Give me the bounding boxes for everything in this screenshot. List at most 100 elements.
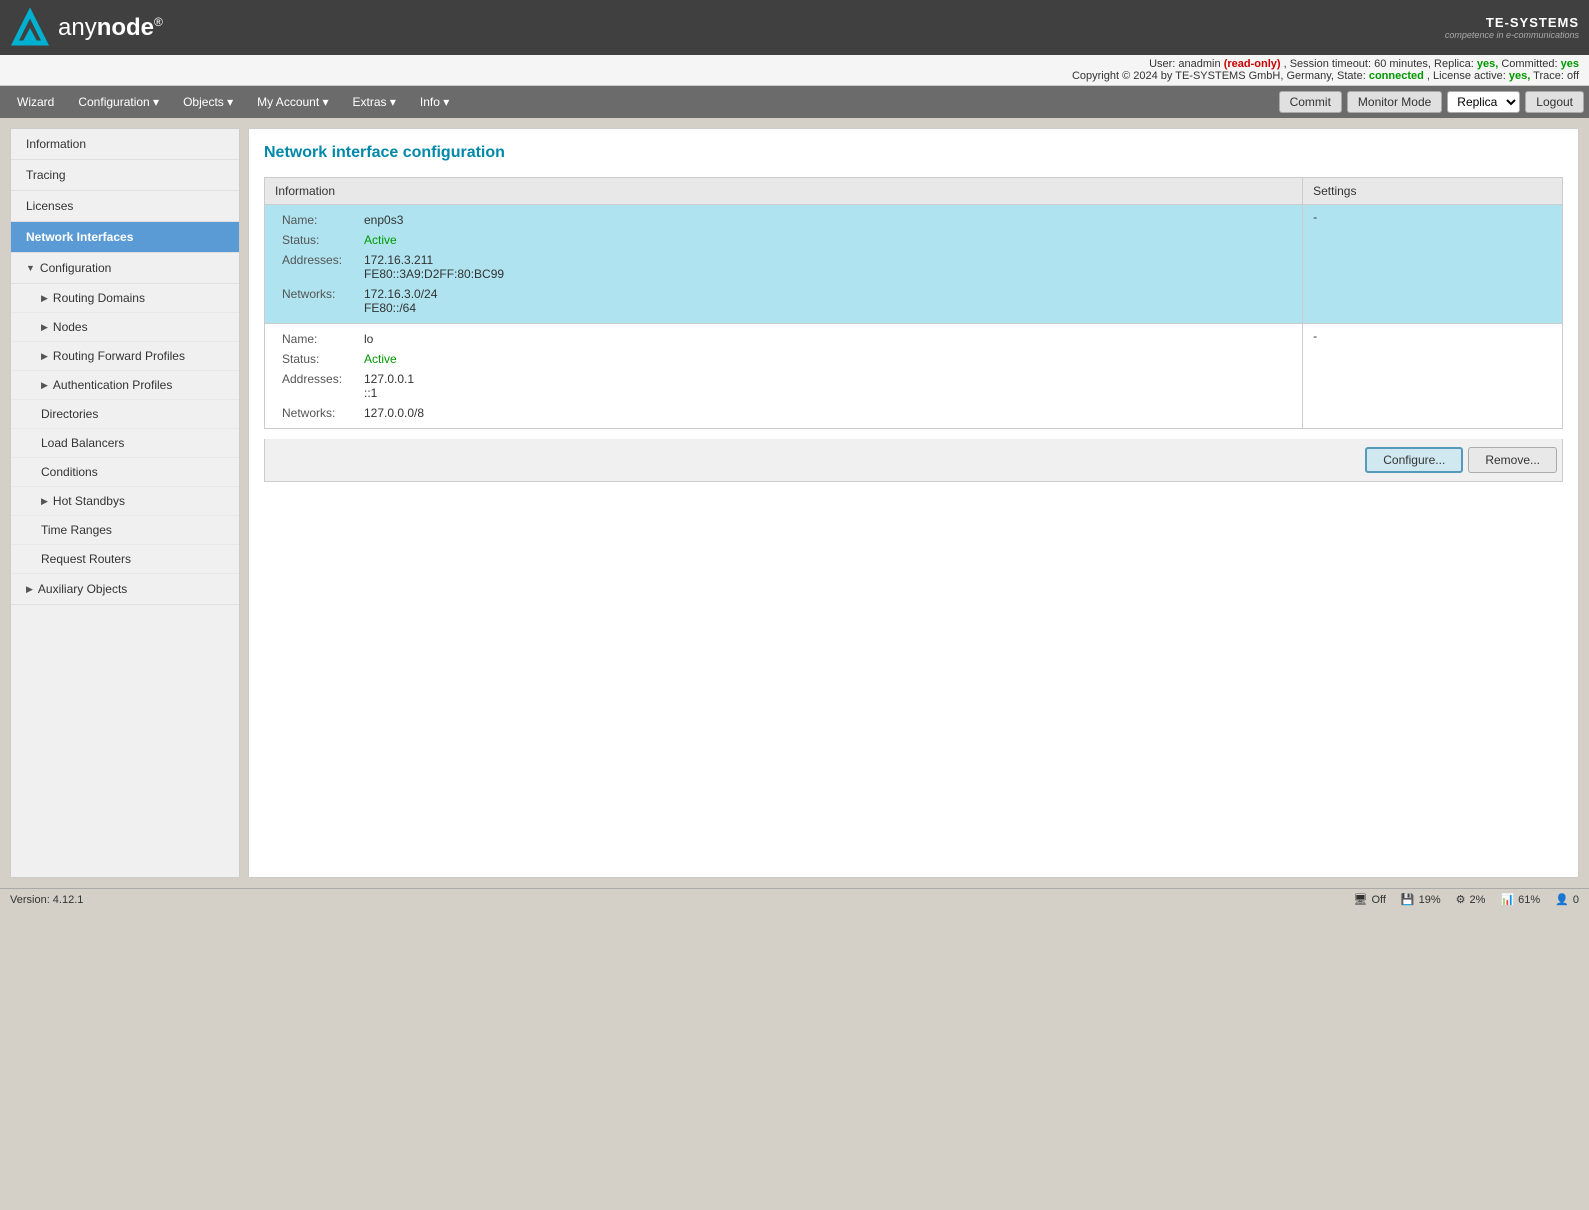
username: anadmin: [1178, 58, 1220, 70]
button-bar: Configure... Remove...: [264, 439, 1563, 482]
sidebar-item-routing-domains[interactable]: ▶ Routing Domains: [11, 284, 239, 313]
trace-val: off: [1567, 70, 1579, 82]
nav-info[interactable]: Info ▾: [408, 91, 461, 113]
value-status2: Active: [359, 350, 1290, 368]
expand-arrow-configuration: ▼: [26, 263, 35, 273]
configure-button[interactable]: Configure...: [1365, 447, 1463, 473]
sidebar-item-time-ranges-label: Time Ranges: [41, 523, 112, 537]
sidebar-item-request-routers-label: Request Routers: [41, 552, 131, 566]
sidebar-item-conditions-label: Conditions: [41, 465, 98, 479]
committed-val: yes: [1561, 58, 1579, 70]
sidebar-item-nodes[interactable]: ▶ Nodes: [11, 313, 239, 342]
sidebar-item-authentication-profiles[interactable]: ▶ Authentication Profiles: [11, 371, 239, 400]
value-addresses2: 127.0.0.1::1: [359, 370, 1290, 402]
content-area: Network interface configuration Informat…: [248, 128, 1579, 878]
label-status1: Status:: [277, 231, 357, 249]
row1-info: Name: enp0s3 Status: Active Addresses: 1…: [265, 205, 1303, 324]
label-name2: Name:: [277, 330, 357, 348]
sidebar-item-routing-forward-profiles[interactable]: ▶ Routing Forward Profiles: [11, 342, 239, 371]
col-settings: Settings: [1303, 178, 1563, 205]
nav-wizard[interactable]: Wizard: [5, 91, 66, 113]
monitor-label: Off: [1371, 894, 1385, 906]
table-row[interactable]: Name: lo Status: Active Addresses: 127.0…: [265, 324, 1563, 429]
arrow-auxiliary-objects: ▶: [26, 584, 33, 595]
nav-configuration[interactable]: Configuration ▾: [66, 91, 171, 113]
status-bar: User: anadmin (read-only) , Session time…: [0, 55, 1589, 86]
arrow-authentication-profiles: ▶: [41, 380, 48, 391]
commit-button[interactable]: Commit: [1279, 91, 1342, 113]
sidebar-item-tracing[interactable]: Tracing: [11, 160, 239, 191]
row1-settings: -: [1303, 205, 1563, 324]
sidebar-item-hot-standbys-label: Hot Standbys: [53, 494, 125, 508]
footer-status-area: 🖥 Off 💾 19% ⚙ 2% 📊 61% 👤 0: [1353, 893, 1579, 906]
remove-button[interactable]: Remove...: [1468, 447, 1557, 473]
sidebar-item-load-balancers[interactable]: Load Balancers: [11, 429, 239, 458]
footer: Version: 4.12.1 🖥 Off 💾 19% ⚙ 2% 📊 61% 👤…: [0, 888, 1589, 910]
sidebar-item-nodes-label: Nodes: [53, 320, 88, 334]
nav-extras[interactable]: Extras ▾: [341, 91, 408, 113]
sidebar-item-hot-standbys[interactable]: ▶ Hot Standbys: [11, 487, 239, 516]
sidebar-item-routing-forward-profiles-label: Routing Forward Profiles: [53, 349, 185, 363]
monitor-mode-button[interactable]: Monitor Mode: [1347, 91, 1442, 113]
sidebar-item-directories-label: Directories: [41, 407, 98, 421]
sidebar-group-auxiliary-objects[interactable]: ▶ Auxiliary Objects: [11, 574, 239, 605]
arrow-nodes: ▶: [41, 322, 48, 333]
label-addresses1: Addresses:: [277, 251, 357, 283]
logo-icon: [10, 8, 50, 48]
users-label: 0: [1573, 894, 1579, 906]
footer-disk: 💾 19%: [1401, 893, 1441, 906]
label-networks2: Networks:: [277, 404, 357, 422]
footer-monitor: 🖥 Off: [1353, 893, 1385, 906]
interfaces-table: Information Settings Name: enp0s3: [264, 177, 1563, 429]
page-title: Network interface configuration: [264, 144, 1563, 162]
license-label: License active:: [1433, 70, 1506, 82]
version-label: Version: 4.12.1: [10, 894, 83, 906]
replica-label: Replica:: [1434, 58, 1474, 70]
trace-label: Trace:: [1533, 70, 1564, 82]
footer-cpu: ⚙ 2%: [1456, 893, 1486, 906]
monitor-icon: 🖥: [1353, 893, 1367, 906]
memory-icon: 📊: [1500, 893, 1514, 906]
app-name: anynode®: [58, 14, 163, 42]
value-networks1: 172.16.3.0/24FE80::/64: [359, 285, 1290, 317]
label-name1: Name:: [277, 211, 357, 229]
sidebar: Information Tracing Licenses Network Int…: [10, 128, 240, 878]
sidebar-group-configuration-label: Configuration: [40, 261, 111, 275]
table-row[interactable]: Name: enp0s3 Status: Active Addresses: 1…: [265, 205, 1563, 324]
logout-button[interactable]: Logout: [1525, 91, 1584, 113]
nav-myaccount[interactable]: My Account ▾: [245, 91, 340, 113]
session-label: Session timeout: 60 minutes,: [1290, 58, 1431, 70]
sidebar-item-directories[interactable]: Directories: [11, 400, 239, 429]
footer-memory: 📊 61%: [1500, 893, 1540, 906]
sidebar-item-routing-domains-label: Routing Domains: [53, 291, 145, 305]
readonly-label: (read-only): [1224, 58, 1281, 70]
label-networks1: Networks:: [277, 285, 357, 317]
replica-val: yes,: [1477, 58, 1498, 70]
memory-label: 61%: [1518, 894, 1540, 906]
sidebar-item-network-interfaces[interactable]: Network Interfaces: [11, 222, 239, 253]
brand-area: TE-SYSTEMS competence in e-communication…: [1445, 15, 1579, 40]
row2-info: Name: lo Status: Active Addresses: 127.0…: [265, 324, 1303, 429]
users-icon: 👤: [1555, 893, 1569, 906]
sidebar-group-configuration[interactable]: ▼ Configuration: [11, 253, 239, 284]
replica-select[interactable]: Replica: [1447, 91, 1520, 113]
value-name1: enp0s3: [359, 211, 1290, 229]
sidebar-item-conditions[interactable]: Conditions: [11, 458, 239, 487]
sidebar-item-request-routers[interactable]: Request Routers: [11, 545, 239, 574]
nav-objects[interactable]: Objects ▾: [171, 91, 245, 113]
col-information: Information: [265, 178, 1303, 205]
navbar: Wizard Configuration ▾ Objects ▾ My Acco…: [0, 86, 1589, 118]
disk-icon: 💾: [1401, 893, 1415, 906]
sidebar-item-licenses[interactable]: Licenses: [11, 191, 239, 222]
sidebar-item-authentication-profiles-label: Authentication Profiles: [53, 378, 172, 392]
brand-sub: competence in e-communications: [1445, 30, 1579, 40]
cpu-icon: ⚙: [1456, 893, 1466, 906]
sidebar-item-information[interactable]: Information: [11, 129, 239, 160]
sidebar-item-time-ranges[interactable]: Time Ranges: [11, 516, 239, 545]
arrow-routing-domains: ▶: [41, 293, 48, 304]
state-val: connected: [1369, 70, 1424, 82]
label-addresses2: Addresses:: [277, 370, 357, 402]
cpu-label: 2%: [1470, 894, 1486, 906]
arrow-routing-forward-profiles: ▶: [41, 351, 48, 362]
disk-label: 19%: [1419, 894, 1441, 906]
